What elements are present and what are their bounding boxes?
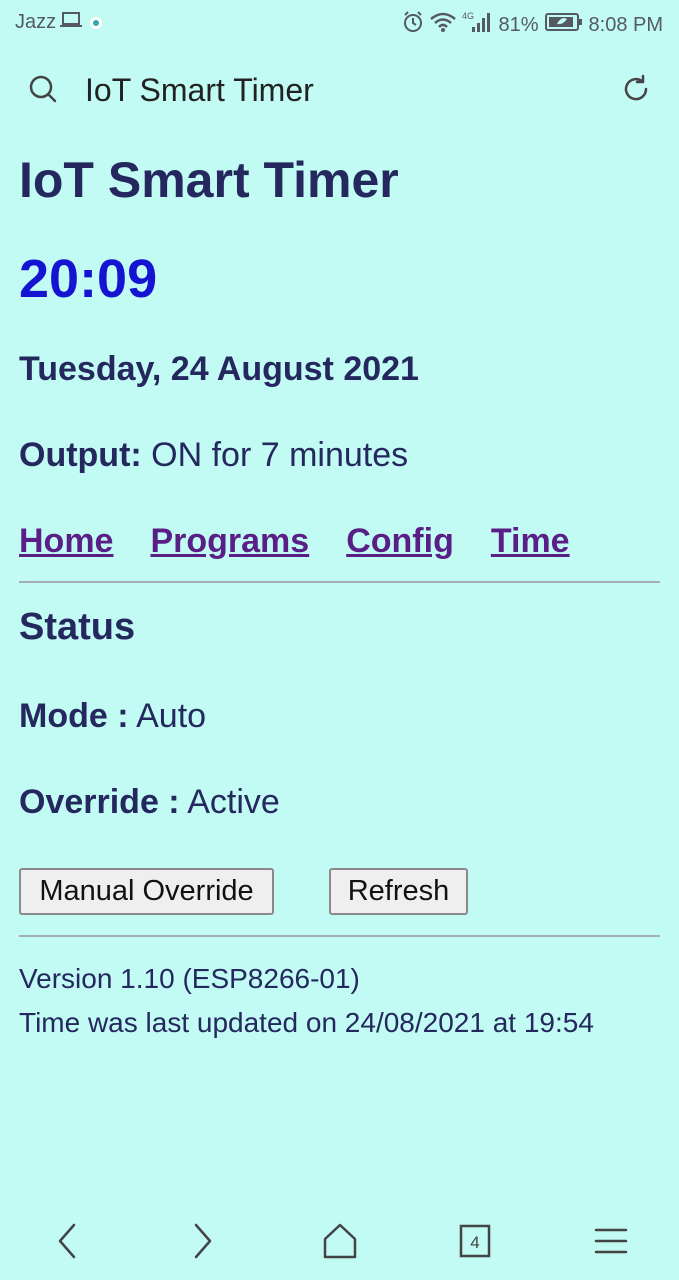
override-status: Override : Active	[19, 783, 280, 822]
override-value: Active	[179, 783, 280, 821]
nav-link-time[interactable]: Time	[491, 522, 570, 561]
nav-link-programs[interactable]: Programs	[150, 522, 309, 561]
mode-value: Auto	[128, 697, 207, 735]
current-time: 20:09	[19, 249, 158, 309]
menu-icon[interactable]	[594, 1219, 628, 1268]
wifi-icon	[430, 12, 457, 38]
tabs-count: 4	[470, 1233, 479, 1252]
network-type-label: 4G	[462, 11, 474, 21]
manual-override-button[interactable]: Manual Override	[19, 868, 274, 915]
search-icon[interactable]	[28, 74, 58, 109]
app-notification-icon	[90, 16, 103, 29]
address-bar-title[interactable]: IoT Smart Timer	[85, 72, 314, 109]
battery-icon	[544, 13, 583, 37]
alarm-icon	[402, 11, 424, 39]
output-value: ON for 7 minutes	[141, 436, 409, 474]
laptop-icon	[60, 11, 83, 34]
status-bar-right: 4G 81% 8:08 PM	[402, 11, 663, 39]
forward-icon[interactable]	[188, 1219, 216, 1268]
status-bar: Jazz 4G 81% 8:08 PM	[0, 0, 679, 46]
section-title-status: Status	[19, 606, 136, 648]
reload-icon[interactable]	[620, 73, 652, 110]
back-icon[interactable]	[54, 1219, 82, 1268]
output-status: Output: ON for 7 minutes	[19, 436, 408, 475]
carrier-name: Jazz	[15, 11, 57, 33]
version-info: Version 1.10 (ESP8266-01)	[19, 963, 360, 994]
browser-address-bar[interactable]: IoT Smart Timer	[0, 56, 679, 122]
output-label: Output:	[19, 436, 142, 474]
main-nav: Home Programs Config Time	[19, 522, 570, 561]
signal-icon: 4G	[462, 11, 492, 39]
home-icon[interactable]	[321, 1219, 359, 1268]
refresh-button[interactable]: Refresh	[329, 868, 468, 915]
status-bar-left: Jazz	[15, 11, 103, 34]
divider	[19, 581, 660, 583]
nav-link-home[interactable]: Home	[19, 522, 113, 561]
last-updated-info: Time was last updated on 24/08/2021 at 1…	[19, 1007, 594, 1038]
browser-bottom-bar: 4	[0, 1205, 679, 1280]
tabs-icon[interactable]: 4	[458, 1219, 492, 1268]
page-title: IoT Smart Timer	[19, 152, 399, 208]
override-label: Override :	[19, 783, 180, 821]
divider	[19, 935, 660, 937]
mode-status: Mode : Auto	[19, 697, 206, 736]
battery-percent: 81%	[498, 13, 539, 36]
current-date: Tuesday, 24 August 2021	[19, 350, 419, 388]
status-time: 8:08 PM	[588, 13, 663, 36]
nav-link-config[interactable]: Config	[346, 522, 454, 561]
mode-label: Mode :	[19, 697, 129, 735]
